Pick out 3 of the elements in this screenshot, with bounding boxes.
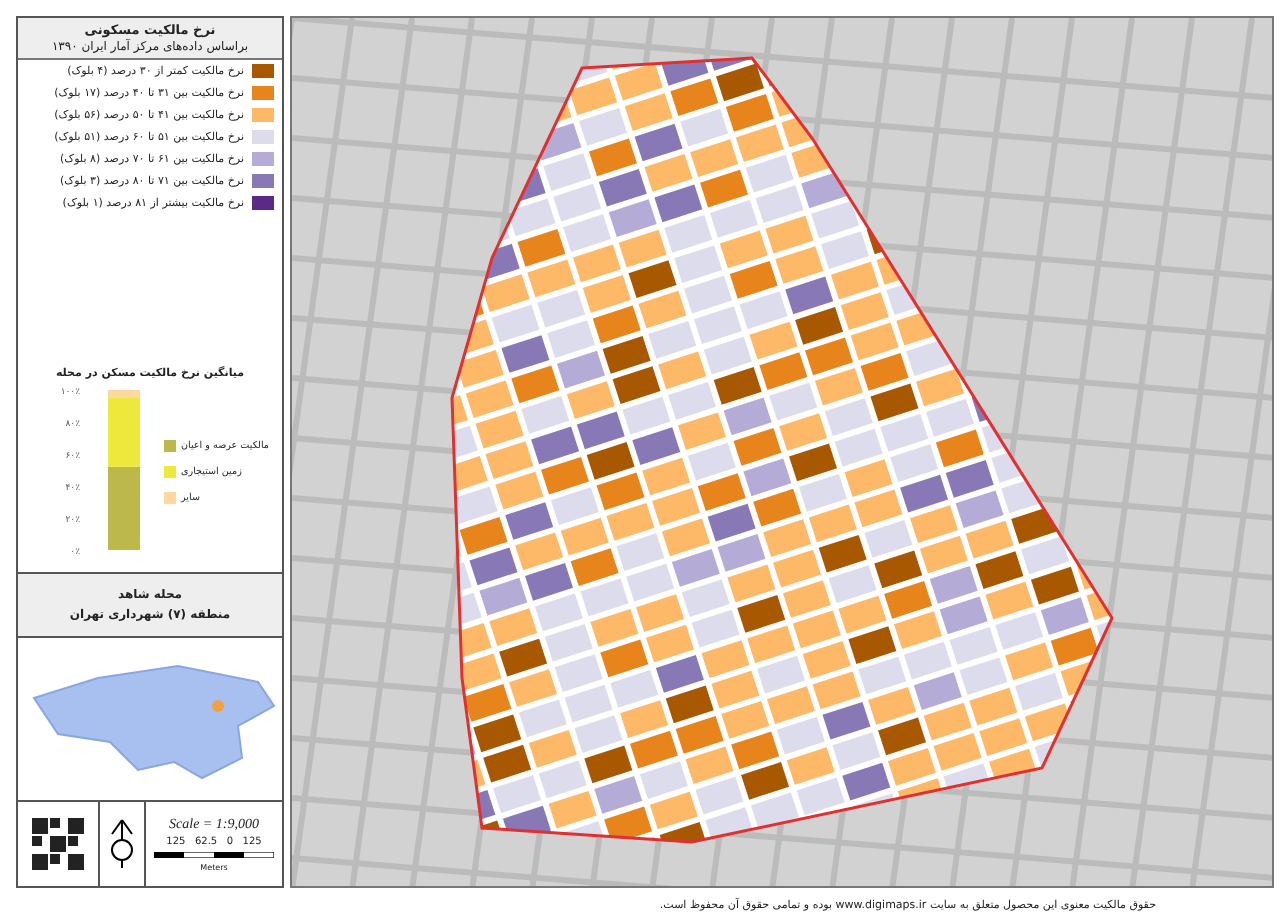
qr-code-icon <box>32 818 84 870</box>
north-arrow-icon <box>108 818 136 870</box>
scale-bar-icon <box>154 852 274 858</box>
